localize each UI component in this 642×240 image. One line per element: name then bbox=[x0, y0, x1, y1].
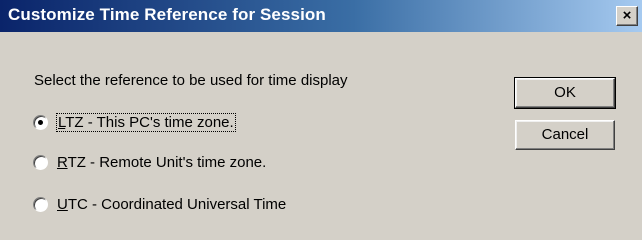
radio-label-ltz: LTZ - This PC's time zone. bbox=[56, 113, 236, 132]
instruction-label: Select the reference to be used for time… bbox=[34, 72, 348, 89]
radio-label-rtz-accelerator: R bbox=[57, 154, 68, 171]
cancel-button[interactable]: Cancel bbox=[515, 120, 615, 150]
radio-option-rtz[interactable]: RTZ - Remote Unit's time zone. bbox=[33, 154, 266, 171]
radio-label-rtz: RTZ - Remote Unit's time zone. bbox=[57, 154, 266, 171]
customize-time-reference-dialog: Customize Time Reference for Session × S… bbox=[0, 0, 642, 240]
close-icon: × bbox=[622, 7, 632, 24]
radio-button-utc[interactable] bbox=[33, 197, 48, 212]
radio-button-rtz[interactable] bbox=[33, 155, 48, 170]
dialog-title: Customize Time Reference for Session bbox=[8, 5, 326, 24]
radio-label-utc-accelerator: U bbox=[57, 196, 68, 213]
radio-label-utc-text: TC - Coordinated Universal Time bbox=[67, 196, 287, 213]
ok-button[interactable]: OK bbox=[514, 77, 616, 109]
radio-label-utc: UTC - Coordinated Universal Time bbox=[57, 196, 286, 213]
title-bar[interactable]: Customize Time Reference for Session × bbox=[0, 0, 642, 32]
close-button[interactable]: × bbox=[616, 6, 638, 26]
radio-option-ltz[interactable]: LTZ - This PC's time zone. bbox=[33, 113, 236, 132]
radio-selected-dot bbox=[38, 120, 43, 125]
radio-label-rtz-text: TZ - Remote Unit's time zone. bbox=[67, 154, 267, 171]
radio-option-utc[interactable]: UTC - Coordinated Universal Time bbox=[33, 196, 286, 213]
radio-button-ltz[interactable] bbox=[33, 115, 48, 130]
radio-label-ltz-text: TZ - This PC's time zone. bbox=[65, 114, 234, 131]
